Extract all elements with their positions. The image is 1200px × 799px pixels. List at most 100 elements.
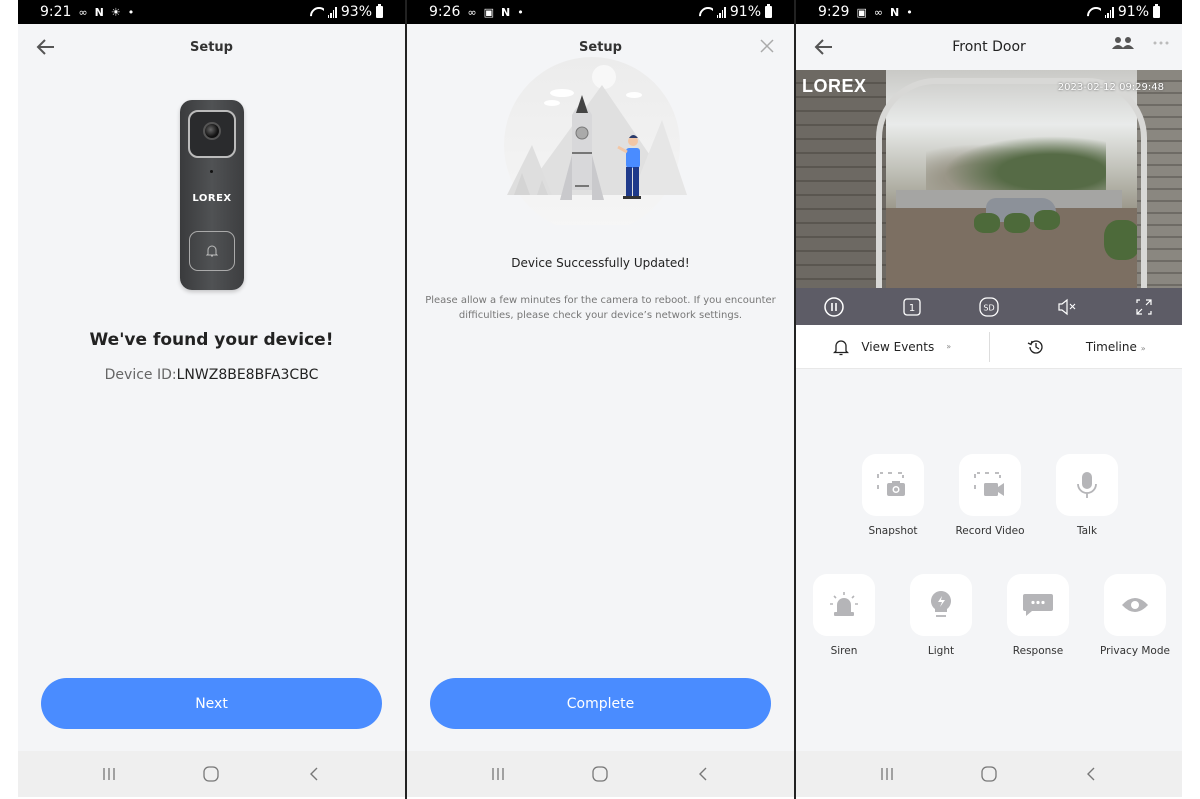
- status-time: 9:26: [429, 4, 461, 20]
- image-icon: ▣: [483, 5, 495, 19]
- recent-apps-button[interactable]: [478, 759, 518, 789]
- battery-percent: 91%: [729, 4, 761, 20]
- found-device-heading: We've found your device!: [89, 330, 334, 350]
- setup-found-device-screen: 9:21 ∞ N ☀ • 93% Setup LOREX We've found…: [18, 0, 405, 797]
- system-back-button[interactable]: [294, 759, 334, 789]
- more-options-icon[interactable]: [1152, 40, 1170, 46]
- status-bar: 9:21 ∞ N ☀ • 93%: [18, 0, 405, 24]
- svg-text:SD: SD: [983, 303, 994, 312]
- view-events-button[interactable]: View Events »: [796, 325, 989, 368]
- recent-apps-icon: [881, 768, 893, 780]
- home-button[interactable]: [580, 759, 620, 789]
- privacy-mode-button[interactable]: [1104, 574, 1166, 636]
- snapshot-label: Snapshot: [868, 525, 918, 537]
- update-description: Please allow a few minutes for the camer…: [425, 295, 776, 321]
- arrow-left-icon: [814, 39, 832, 55]
- channel-1-icon: 1: [902, 297, 921, 316]
- timeline-button[interactable]: Timeline »: [990, 325, 1183, 368]
- siren-label: Siren: [830, 645, 858, 657]
- talk-label: Talk: [1076, 525, 1098, 537]
- home-button[interactable]: [191, 759, 231, 789]
- light-button[interactable]: [910, 574, 972, 636]
- wifi-icon: [1087, 7, 1101, 17]
- weather-icon: ☀: [110, 5, 121, 19]
- chevron-left-icon: [1087, 767, 1095, 781]
- siren-button[interactable]: [813, 574, 875, 636]
- page-title: Setup: [579, 39, 622, 55]
- page-title: Setup: [190, 39, 233, 55]
- back-button[interactable]: [812, 35, 836, 59]
- recent-apps-button[interactable]: [89, 759, 129, 789]
- chevron-left-icon: [698, 767, 707, 781]
- status-time: 9:29: [818, 4, 850, 20]
- signal-icon: [327, 6, 337, 18]
- device-id-label: Device ID:: [104, 367, 177, 383]
- rocket-illustration: [504, 57, 687, 225]
- video-control-bar: 1 SD: [796, 288, 1182, 325]
- record-video-button[interactable]: [959, 454, 1021, 516]
- voicemail-icon: ∞: [467, 5, 477, 19]
- next-button[interactable]: Next: [41, 678, 382, 729]
- notification-dot-icon: •: [906, 5, 913, 19]
- update-success-heading: Device Successfully Updated!: [511, 256, 690, 270]
- front-door-live-view-screen: 9:29 ▣ ∞ N • 91% Front Door LOREX 2023-0…: [796, 0, 1182, 797]
- back-button[interactable]: [34, 35, 58, 59]
- battery-icon: [376, 4, 383, 18]
- voicemail-icon: ∞: [873, 5, 884, 19]
- mute-button[interactable]: [1055, 295, 1079, 319]
- status-bar: 9:29 ▣ ∞ N • 91%: [796, 0, 1182, 24]
- app-bar: Front Door: [796, 24, 1182, 70]
- notification-dot-icon: •: [517, 5, 524, 19]
- page-title: Front Door: [952, 39, 1026, 55]
- device-brand-logo: LOREX: [192, 193, 232, 204]
- setup-updated-screen: 9:26 ∞ ▣ N • 91% Setup Device Successful…: [407, 0, 794, 797]
- pause-icon: [824, 296, 844, 317]
- system-back-button[interactable]: [683, 759, 723, 789]
- battery-icon: [1153, 4, 1160, 18]
- system-nav-bar: [407, 751, 794, 797]
- events-timeline-row: View Events » Timeline »: [796, 325, 1182, 369]
- quality-button[interactable]: SD: [977, 295, 1001, 319]
- n-icon: N: [501, 5, 511, 19]
- complete-button[interactable]: Complete: [430, 678, 771, 729]
- battery-percent: 91%: [1117, 4, 1149, 20]
- snapshot-button[interactable]: [862, 454, 924, 516]
- n-icon: N: [94, 5, 104, 19]
- app-bar: Setup: [18, 24, 405, 70]
- microphone-icon: [1077, 472, 1097, 498]
- system-back-button[interactable]: [1071, 759, 1111, 789]
- signal-icon: [1104, 6, 1114, 18]
- chevron-double-down-icon: »: [1140, 343, 1146, 353]
- record-video-label: Record Video: [955, 525, 1025, 537]
- close-icon: [760, 39, 774, 53]
- home-icon: [592, 766, 609, 782]
- recent-apps-button[interactable]: [867, 759, 907, 789]
- privacy-mode-label: Privacy Mode: [1100, 645, 1170, 657]
- talk-button[interactable]: [1056, 454, 1118, 516]
- shared-users-icon[interactable]: [1112, 36, 1134, 50]
- home-button[interactable]: [969, 759, 1009, 789]
- fullscreen-button[interactable]: [1132, 295, 1156, 319]
- status-bar: 9:26 ∞ ▣ N • 91%: [407, 0, 794, 24]
- fullscreen-icon: [1136, 298, 1152, 315]
- response-button[interactable]: [1007, 574, 1069, 636]
- siren-icon: [830, 592, 858, 616]
- home-icon: [981, 766, 997, 782]
- mute-icon: [1057, 298, 1075, 315]
- camera-lens: [203, 122, 221, 140]
- wifi-icon: [310, 7, 324, 17]
- channel-button[interactable]: 1: [900, 295, 924, 319]
- pause-button[interactable]: [822, 295, 846, 319]
- doorbell-device-image: LOREX: [180, 100, 244, 290]
- live-video-feed[interactable]: LOREX 2023-02-12 09:29:48: [796, 70, 1182, 288]
- video-timestamp: 2023-02-12 09:29:48: [1057, 82, 1164, 93]
- arrow-left-icon: [36, 39, 54, 55]
- close-button[interactable]: [756, 35, 778, 57]
- light-bulb-icon: [931, 591, 951, 617]
- status-time: 9:21: [40, 4, 72, 20]
- timeline-label: Timeline: [1085, 339, 1137, 354]
- svg-text:1: 1: [908, 303, 914, 314]
- battery-percent: 93%: [340, 4, 372, 20]
- view-events-label: View Events: [861, 339, 935, 354]
- device-id: Device ID:LNWZ8BE8BFA3CBC: [18, 367, 405, 383]
